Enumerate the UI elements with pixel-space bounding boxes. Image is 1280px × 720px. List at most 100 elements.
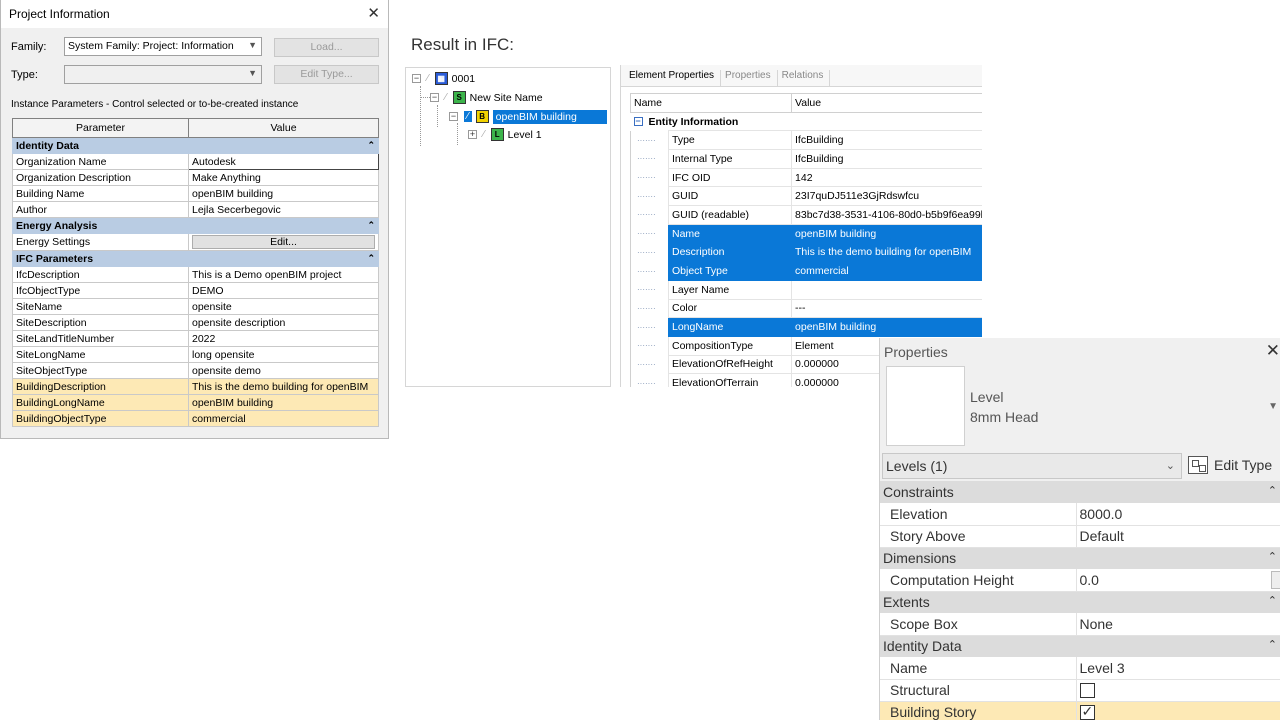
collapse-icon[interactable]: ⌃ bbox=[367, 253, 375, 264]
group-constraints[interactable]: Constraints ⌃ bbox=[880, 481, 1280, 503]
tab-properties[interactable]: Properties bbox=[721, 70, 778, 86]
collapse-icon[interactable]: ⌃ bbox=[1268, 638, 1277, 651]
load-button[interactable]: Load... bbox=[274, 38, 379, 57]
table-row[interactable]: ······· Type IfcBuilding bbox=[630, 130, 982, 151]
parameter-value[interactable]: Lejla Secerbegovic bbox=[188, 201, 379, 218]
collapse-icon[interactable]: − bbox=[412, 74, 421, 83]
parameter-value[interactable]: opensite description bbox=[188, 314, 379, 331]
family-dropdown[interactable]: System Family: Project: Information ▼ bbox=[64, 37, 262, 56]
structural-checkbox[interactable] bbox=[1079, 683, 1095, 699]
parameter-value[interactable]: DEMO bbox=[188, 282, 379, 299]
tab-relations[interactable]: Relations bbox=[778, 70, 831, 86]
table-row[interactable]: Organization Description Make Anything bbox=[12, 169, 379, 186]
side-button[interactable] bbox=[1270, 571, 1280, 589]
instance-filter-dropdown[interactable]: Levels (1) ⌄ bbox=[882, 453, 1182, 479]
group-ifc-parameters[interactable]: IFC Parameters ⌃ bbox=[12, 250, 379, 267]
tree-node-site[interactable]: − ⁄ S New Site Name bbox=[430, 89, 543, 106]
table-row-highlighted[interactable]: Building Story bbox=[880, 701, 1280, 720]
table-row[interactable]: Story Above Default bbox=[880, 525, 1280, 548]
collapse-icon[interactable]: ⌃ bbox=[367, 220, 375, 231]
edit-type-button[interactable]: Edit Type... bbox=[274, 65, 379, 84]
collapse-icon[interactable]: ⌃ bbox=[1268, 484, 1277, 497]
table-row[interactable]: IfcDescription This is a Demo openBIM pr… bbox=[12, 266, 379, 283]
building-story-checkbox[interactable] bbox=[1079, 703, 1095, 720]
parameter-value[interactable]: 8000.0 bbox=[1076, 503, 1280, 526]
expand-icon[interactable]: + bbox=[468, 130, 477, 139]
table-row[interactable]: ······· Layer Name bbox=[630, 279, 982, 300]
edit-type-icon bbox=[1188, 456, 1208, 474]
parameter-value[interactable]: 2022 bbox=[188, 330, 379, 347]
tab-element-properties[interactable]: Element Properties bbox=[625, 70, 722, 86]
table-row[interactable]: Computation Height 0.0 bbox=[880, 569, 1280, 592]
parameter-value[interactable]: Default bbox=[1076, 525, 1280, 548]
table-row-highlighted[interactable]: BuildingLongName openBIM building bbox=[12, 394, 379, 411]
parameter-value[interactable]: Make Anything bbox=[188, 169, 379, 186]
table-row[interactable]: Scope Box None bbox=[880, 613, 1280, 636]
tree-node-storey[interactable]: + ⁄ L Level 1 bbox=[468, 126, 542, 143]
table-row[interactable]: SiteName opensite bbox=[12, 298, 379, 315]
table-row-selected[interactable]: ······· LongName openBIM building bbox=[630, 317, 982, 337]
edit-type-button[interactable]: Edit Type bbox=[1188, 452, 1272, 478]
parameter-name: SiteObjectType bbox=[12, 362, 189, 379]
parameter-value[interactable]: Level 3 bbox=[1076, 657, 1280, 680]
group-energy-analysis[interactable]: Energy Analysis ⌃ bbox=[12, 217, 379, 234]
table-row[interactable]: Energy Settings Edit... bbox=[12, 233, 379, 251]
parameter-value[interactable]: This is the demo building for openBIM bbox=[188, 378, 379, 395]
table-row[interactable]: SiteDescription opensite description bbox=[12, 314, 379, 331]
table-row[interactable]: ······· Internal Type IfcBuilding bbox=[630, 149, 982, 169]
collapse-icon[interactable]: ⌃ bbox=[1268, 594, 1277, 607]
parameter-value[interactable]: This is a Demo openBIM project bbox=[188, 266, 379, 283]
section-entity-information[interactable]: − Entity Information bbox=[631, 112, 983, 131]
type-dropdown[interactable]: ▼ bbox=[64, 65, 262, 84]
collapse-icon[interactable]: − bbox=[449, 112, 458, 121]
close-icon[interactable]: ✕ bbox=[367, 4, 380, 22]
group-extents[interactable]: Extents ⌃ bbox=[880, 591, 1280, 613]
group-dimensions[interactable]: Dimensions ⌃ bbox=[880, 547, 1280, 569]
table-row[interactable]: Author Lejla Secerbegovic bbox=[12, 201, 379, 218]
group-identity-data[interactable]: Identity Data ⌃ bbox=[880, 635, 1280, 657]
close-icon[interactable]: ✕ bbox=[1266, 341, 1280, 361]
property-name: ElevationOfRefHeight bbox=[667, 354, 793, 375]
table-row-highlighted[interactable]: BuildingObjectType commercial bbox=[12, 410, 379, 427]
table-row-selected[interactable]: ······· Name openBIM building bbox=[630, 223, 982, 244]
collapse-icon[interactable]: − bbox=[430, 93, 439, 102]
collapse-icon[interactable]: − bbox=[633, 117, 643, 127]
table-row-selected[interactable]: ······· Description This is the demo build… bbox=[630, 242, 982, 263]
parameter-value[interactable]: openBIM building bbox=[188, 185, 379, 202]
parameter-value[interactable]: opensite bbox=[188, 298, 379, 315]
table-row[interactable]: Elevation 8000.0 bbox=[880, 503, 1280, 526]
table-row[interactable]: Name Level 3 bbox=[880, 657, 1280, 680]
property-value: 83bc7d38-3531-4106-80d0-b5b9f6ea99b8 bbox=[791, 205, 982, 225]
parameter-value-input[interactable]: Autodesk bbox=[188, 153, 379, 170]
table-row-highlighted[interactable]: BuildingDescription This is the demo bui… bbox=[12, 378, 379, 395]
table-row[interactable]: ······· GUID 23I7quDJ511e3GjRdswfcu bbox=[630, 186, 982, 207]
property-value: 142 bbox=[791, 167, 982, 188]
parameter-value[interactable]: 0.0 bbox=[1076, 569, 1280, 592]
table-row[interactable]: ······· Color --- bbox=[630, 298, 982, 319]
group-identity-data[interactable]: Identity Data ⌃ bbox=[12, 137, 379, 154]
energy-settings-edit-button[interactable]: Edit... bbox=[192, 235, 375, 249]
parameter-value[interactable]: None bbox=[1076, 613, 1280, 636]
type-selector-chevron-icon[interactable]: ▼ bbox=[1268, 401, 1278, 412]
collapse-icon[interactable]: ⌃ bbox=[1268, 550, 1277, 563]
table-row[interactable]: SiteLandTitleNumber 2022 bbox=[12, 330, 379, 347]
table-row[interactable]: Organization Name Autodesk bbox=[12, 153, 379, 170]
table-row[interactable]: Building Name openBIM building bbox=[12, 185, 379, 202]
table-row[interactable]: SiteLongName long opensite bbox=[12, 346, 379, 363]
parameter-value[interactable]: long opensite bbox=[188, 346, 379, 363]
building-story-cell bbox=[1076, 701, 1280, 720]
parameter-value[interactable]: openBIM building bbox=[188, 394, 379, 411]
parameter-name: SiteLongName bbox=[12, 346, 189, 363]
tree-node-project[interactable]: − ⁄ ▦ 0001 bbox=[412, 70, 475, 87]
parameter-value[interactable]: commercial bbox=[188, 410, 379, 427]
property-value: 23I7quDJ511e3GjRdswfcu bbox=[791, 186, 982, 207]
tree-node-building[interactable]: − ⁄ B openBIM building bbox=[449, 108, 607, 125]
table-row[interactable]: Structural bbox=[880, 679, 1280, 702]
table-row[interactable]: IfcObjectType DEMO bbox=[12, 282, 379, 299]
table-row[interactable]: ······· GUID (readable) 83bc7d38-3531-4106… bbox=[630, 205, 982, 225]
table-row[interactable]: SiteObjectType opensite demo bbox=[12, 362, 379, 379]
parameter-value[interactable]: opensite demo bbox=[188, 362, 379, 379]
table-row[interactable]: ······· IFC OID 142 bbox=[630, 167, 982, 188]
collapse-icon[interactable]: ⌃ bbox=[367, 140, 375, 151]
table-row-selected[interactable]: ······· Object Type commercial bbox=[630, 261, 982, 281]
